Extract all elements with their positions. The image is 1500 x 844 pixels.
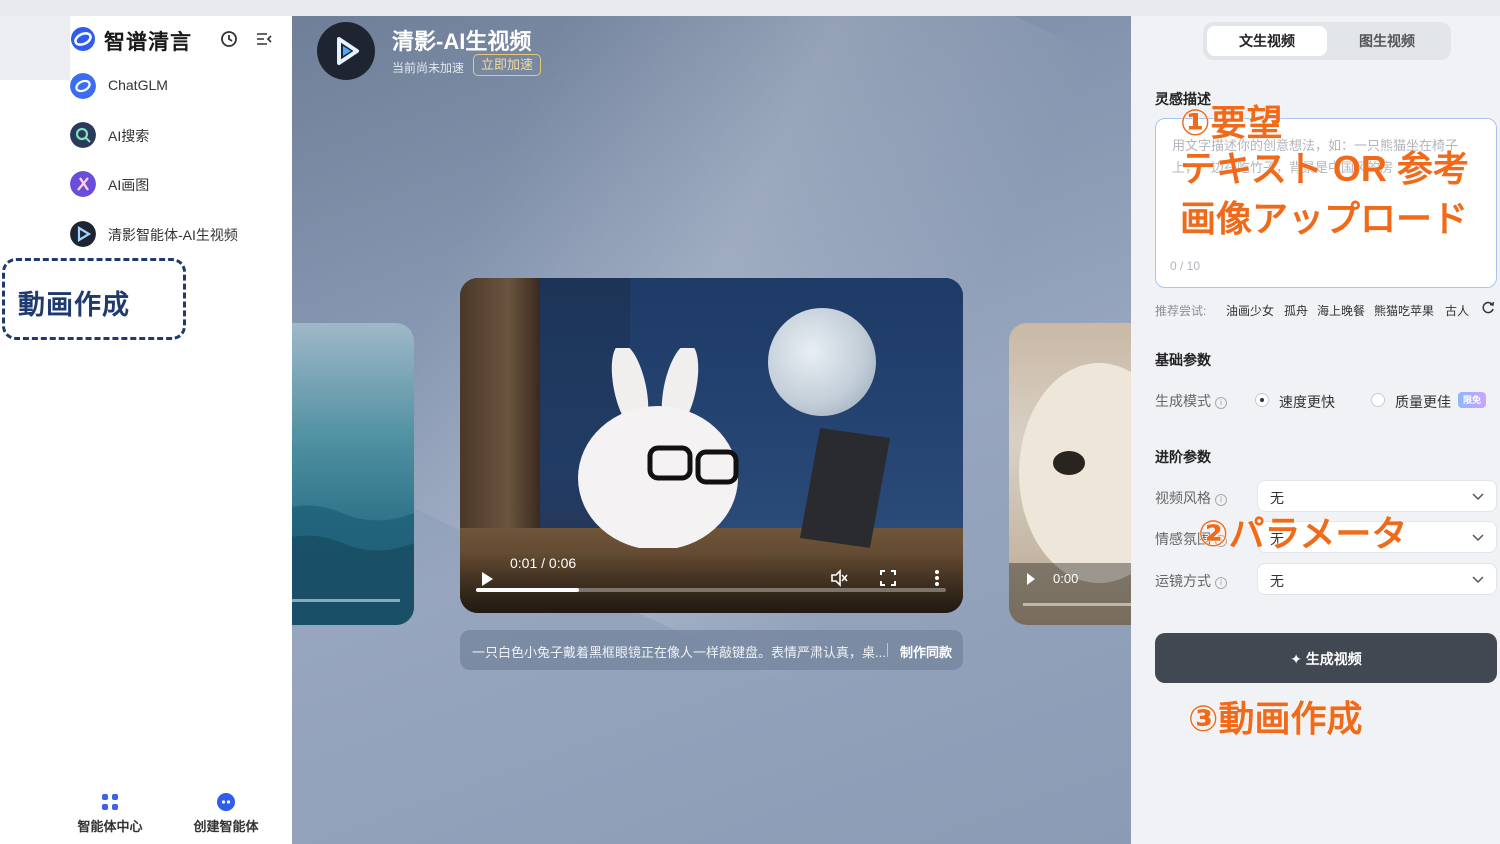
bunny-illustration bbox=[578, 348, 739, 548]
prev-video-card[interactable] bbox=[292, 323, 414, 625]
camera-select[interactable]: 无 bbox=[1257, 563, 1497, 595]
sidebar-corner bbox=[0, 16, 70, 80]
create-agent-icon bbox=[217, 793, 235, 811]
refresh-icon[interactable] bbox=[1481, 301, 1495, 315]
ai-search-icon bbox=[70, 122, 96, 148]
advanced-params-heading: 进阶参数 bbox=[1155, 449, 1211, 465]
video-progress-fill bbox=[476, 588, 580, 592]
fullscreen-icon[interactable] bbox=[880, 570, 896, 586]
info-icon: i bbox=[1215, 397, 1227, 409]
radio-fast[interactable] bbox=[1255, 393, 1269, 407]
chevron-down-icon bbox=[1472, 534, 1484, 542]
mode-tabs: 文生视频 图生视频 bbox=[1203, 22, 1451, 60]
video-stage: 清影-AI生视频 当前尚未加速 立即加速 0:00 0:01 / 0:06 一只… bbox=[292, 16, 1131, 844]
more-options-icon[interactable] bbox=[934, 569, 940, 587]
speed-status: 当前尚未加速 bbox=[392, 61, 465, 75]
annotation-step2: ②パラメータ bbox=[1197, 513, 1408, 555]
video-time: 0:01 / 0:06 bbox=[510, 555, 577, 571]
ai-draw-icon bbox=[70, 171, 96, 197]
prompt-char-count: 0 / 10 bbox=[1170, 259, 1201, 273]
agent-center-icon bbox=[102, 794, 118, 810]
brand-name: 智谱清言 bbox=[104, 31, 192, 54]
create-agent-button[interactable]: 创建智能体 bbox=[176, 792, 276, 836]
top-strip bbox=[0, 0, 1500, 16]
qingying-logo-icon bbox=[317, 22, 375, 80]
suggestion-chip[interactable]: 熊猫吃苹果 bbox=[1374, 302, 1434, 319]
wave-illustration bbox=[292, 505, 414, 625]
annotation-step3: ③動画作成 bbox=[1187, 698, 1363, 740]
camera-label: 运镜方式 i bbox=[1155, 571, 1227, 591]
zhipu-logo-icon bbox=[71, 27, 95, 51]
brand-row: 智谱清言 bbox=[70, 22, 292, 58]
sidebar-item-ai-search[interactable]: AI搜索 bbox=[70, 117, 292, 153]
featured-video-player[interactable]: 0:01 / 0:06 bbox=[460, 278, 963, 613]
agent-center-label: 智能体中心 bbox=[77, 819, 143, 834]
suggestion-chip[interactable]: 油画少女 bbox=[1226, 302, 1274, 319]
info-icon: i bbox=[1215, 577, 1227, 589]
suggestion-chip[interactable]: 古人 bbox=[1445, 302, 1469, 319]
annotation-step1: ①要望 bbox=[1179, 102, 1283, 144]
speed-up-button[interactable]: 立即加速 bbox=[473, 54, 542, 76]
sidebar-item-chatglm[interactable]: ChatGLM bbox=[70, 68, 292, 104]
video-agent-icon bbox=[70, 221, 96, 247]
annotation-video-create: 動画作成 bbox=[18, 290, 130, 320]
agent-center-button[interactable]: 智能体中心 bbox=[60, 792, 160, 836]
chevron-down-icon bbox=[1472, 493, 1484, 501]
create-agent-label: 创建智能体 bbox=[193, 819, 259, 834]
basic-params-heading: 基础参数 bbox=[1155, 352, 1211, 368]
camera-value: 无 bbox=[1270, 573, 1284, 589]
collapse-sidebar-icon[interactable] bbox=[256, 32, 272, 46]
next-video-card[interactable]: 0:00 bbox=[1009, 323, 1131, 625]
chatglm-icon bbox=[70, 73, 96, 99]
mode-label: 生成模式 i bbox=[1155, 391, 1227, 411]
make-same-button[interactable]: 制作同款 bbox=[900, 642, 952, 661]
next-video-time: 0:00 bbox=[1053, 571, 1079, 586]
mute-icon[interactable] bbox=[830, 569, 848, 587]
tab-text-to-video[interactable]: 文生视频 bbox=[1207, 26, 1327, 56]
sidebar-item-ai-draw[interactable]: AI画图 bbox=[70, 166, 292, 202]
video-progress-bar[interactable] bbox=[476, 588, 946, 592]
generate-video-button[interactable]: ✦ 生成视频 bbox=[1155, 633, 1497, 683]
radio-quality[interactable] bbox=[1371, 393, 1385, 407]
sidebar-item-label: AI画图 bbox=[108, 177, 150, 193]
sidebar: 智谱清言 ChatGLM AI搜索 AI画图 清影智能体-AI生视频 智能体中心… bbox=[70, 16, 292, 844]
laptop-illustration bbox=[800, 428, 890, 548]
history-icon[interactable] bbox=[220, 30, 238, 48]
radio-fast-label: 速度更快 bbox=[1279, 394, 1335, 410]
video-caption-bar: 一只白色小兔子戴着黑框眼镜正在像人一样敲键盘。表情严肃认真，桌... 制作同款 bbox=[460, 630, 963, 670]
sidebar-item-label: 清影智能体-AI生视频 bbox=[108, 227, 238, 243]
annotation-step1-detail: テキスト OR 参考画像アップロード bbox=[1180, 148, 1470, 240]
sidebar-item-label: AI搜索 bbox=[108, 128, 150, 144]
sidebar-item-video-agent[interactable]: 清影智能体-AI生视频 bbox=[70, 216, 292, 252]
suggestion-chip[interactable]: 海上晚餐 bbox=[1317, 302, 1365, 319]
tab-image-to-video[interactable]: 图生视频 bbox=[1327, 26, 1447, 56]
video-caption: 一只白色小兔子戴着黑框眼镜正在像人一样敲键盘。表情严肃认真，桌... bbox=[472, 645, 886, 660]
play-icon[interactable] bbox=[480, 571, 494, 587]
suggest-label: 推荐尝试: bbox=[1155, 304, 1207, 318]
chevron-down-icon bbox=[1472, 576, 1484, 584]
generate-video-label: ✦ 生成视频 bbox=[1290, 651, 1362, 667]
suggestion-chip[interactable]: 孤舟 bbox=[1284, 302, 1308, 319]
moon-illustration bbox=[768, 308, 876, 416]
caption-divider bbox=[887, 643, 888, 657]
radio-quality-label: 质量更佳 bbox=[1395, 394, 1451, 410]
free-badge: 限免 bbox=[1458, 392, 1486, 408]
page-title: 清影-AI生视频 bbox=[392, 29, 532, 54]
sidebar-item-label: ChatGLM bbox=[108, 77, 168, 93]
